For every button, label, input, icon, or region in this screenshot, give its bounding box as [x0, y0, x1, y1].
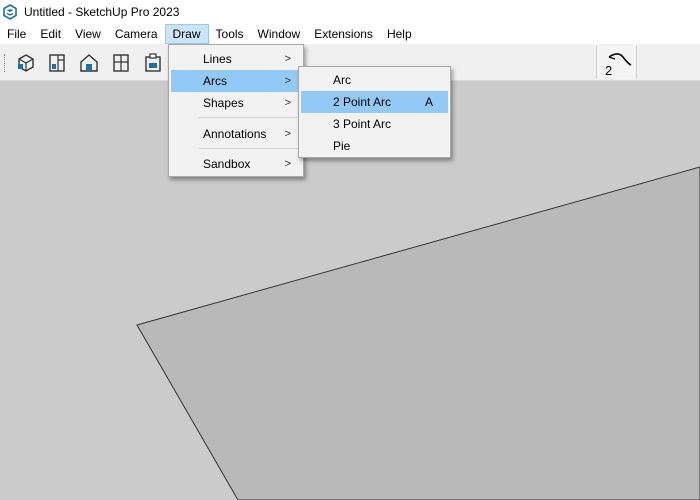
draw-menu-arcs[interactable]: Arcs > — [171, 70, 301, 92]
warehouse-home-icon[interactable] — [76, 50, 102, 76]
toolbar-grip[interactable] — [4, 54, 7, 72]
menu-tools[interactable]: Tools — [209, 24, 251, 44]
draw-menu-lines[interactable]: Lines > — [171, 48, 301, 70]
chevron-right-icon: > — [284, 97, 291, 109]
chevron-right-icon: > — [284, 53, 291, 65]
arcs-submenu: Arc 2 Point Arc A 3 Point Arc Pie — [298, 66, 451, 158]
title-bar: Untitled - SketchUp Pro 2023 — [0, 0, 700, 24]
menu-file[interactable]: File — [0, 24, 33, 44]
menu-draw[interactable]: Draw — [164, 24, 209, 44]
menu-window[interactable]: Window — [251, 24, 308, 44]
menu-edit[interactable]: Edit — [33, 24, 68, 44]
arcs-menu-pie[interactable]: Pie — [301, 135, 448, 157]
window-panels-icon[interactable] — [108, 50, 134, 76]
menu-help[interactable]: Help — [380, 24, 419, 44]
menu-separator — [199, 148, 299, 149]
draw-menu-shapes[interactable]: Shapes > — [171, 92, 301, 114]
chevron-right-icon: > — [284, 128, 291, 140]
menu-view[interactable]: View — [68, 24, 108, 44]
draw-menu-sandbox[interactable]: Sandbox > — [171, 153, 301, 175]
arcs-menu-arc[interactable]: Arc — [301, 69, 448, 91]
menu-bar: File Edit View Camera Draw Tools Window … — [0, 24, 700, 44]
chevron-right-icon: > — [284, 75, 291, 87]
draw-menu-annotations[interactable]: Annotations > — [171, 123, 301, 145]
menu-separator — [199, 117, 299, 118]
menu-extensions[interactable]: Extensions — [307, 24, 380, 44]
make-component-icon[interactable] — [13, 50, 39, 76]
model-face[interactable] — [136, 166, 700, 500]
arcs-menu-3-point-arc[interactable]: 3 Point Arc — [301, 113, 448, 135]
arcs-menu-2-point-arc[interactable]: 2 Point Arc A — [301, 91, 448, 113]
chevron-right-icon: > — [284, 158, 291, 170]
shortcut-label: A — [425, 95, 434, 109]
tool-number-label: 2 — [605, 63, 613, 78]
menu-camera[interactable]: Camera — [108, 24, 165, 44]
sketchup-logo-icon — [2, 4, 18, 20]
clipboard-scene-icon[interactable] — [140, 50, 166, 76]
draw-dropdown-menu: Lines > Arcs > Shapes > Annotations > Sa… — [168, 44, 304, 177]
section-plane-icon[interactable] — [44, 50, 70, 76]
window-title: Untitled - SketchUp Pro 2023 — [24, 5, 180, 19]
freehand-tool-button[interactable]: 2 — [596, 46, 637, 79]
